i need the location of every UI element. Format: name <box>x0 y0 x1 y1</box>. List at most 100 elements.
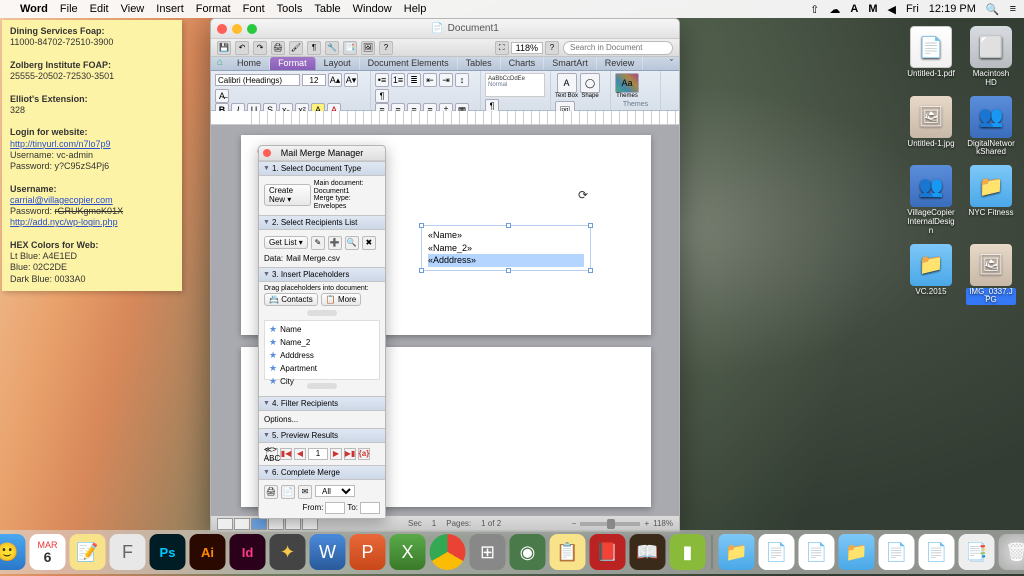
resize-handle[interactable] <box>419 223 424 228</box>
ribbon-collapse-icon[interactable]: ˇ <box>664 57 679 70</box>
mm-scroll-grip[interactable] <box>307 383 337 389</box>
zoom-out-icon[interactable]: − <box>572 519 577 528</box>
undo-icon[interactable]: ↶ <box>235 41 249 55</box>
mm-merge-range[interactable]: All <box>315 485 355 497</box>
dock-downloads[interactable]: 📁 <box>719 534 755 570</box>
merge-textbox[interactable]: «Name» «Name_2» «Adddress» <box>421 225 591 271</box>
view-notebook[interactable] <box>285 518 301 530</box>
mm-next-icon[interactable]: ▶ <box>330 448 342 460</box>
desktop-volume-hd[interactable]: ⬜Macintosh HD <box>966 26 1016 88</box>
menu-window[interactable]: Window <box>353 3 392 15</box>
sticky-note[interactable]: Dining Services Foap: 11000-84702-72510-… <box>2 20 182 291</box>
mm-section-6-header[interactable]: ▼6. Complete Merge <box>259 465 385 480</box>
mm-first-icon[interactable]: ▮◀ <box>280 448 292 460</box>
more-tab[interactable]: 📋 More <box>321 293 361 306</box>
mm-options-link[interactable]: Options... <box>264 415 298 424</box>
merge-field-name2[interactable]: «Name_2» <box>428 242 584 255</box>
paint-icon[interactable]: 🖌 <box>289 41 303 55</box>
tab-smartart[interactable]: SmartArt <box>544 57 597 70</box>
numbering-icon[interactable]: 1≡ <box>391 73 405 87</box>
menu-font[interactable]: Font <box>243 3 265 15</box>
dock-trash[interactable]: 🗑 <box>999 534 1024 570</box>
menu-help[interactable]: Help <box>404 3 427 15</box>
dock-word[interactable]: W <box>310 534 346 570</box>
view-focus[interactable] <box>302 518 318 530</box>
dock-indesign[interactable]: Id <box>230 534 266 570</box>
merge-field-name[interactable]: «Name» <box>428 229 584 242</box>
dock-app-2[interactable]: ◉ <box>510 534 546 570</box>
desktop-folder-fitness[interactable]: 📁NYC Fitness <box>966 165 1016 235</box>
redo-icon[interactable]: ↷ <box>253 41 267 55</box>
sticky-link[interactable]: http://tinyurl.com/n7lo7p9 <box>10 139 111 149</box>
grow-font-icon[interactable]: A▴ <box>328 73 342 87</box>
tab-home[interactable]: Home <box>229 57 270 70</box>
tab-charts[interactable]: Charts <box>501 57 545 70</box>
menu-edit[interactable]: Edit <box>90 3 109 15</box>
window-zoom-button[interactable] <box>247 24 257 34</box>
multilevel-icon[interactable]: ≣ <box>407 73 421 87</box>
spotlight-icon[interactable]: 🔍 <box>986 3 1000 16</box>
clear-fmt-icon[interactable]: A̶ <box>215 89 229 103</box>
mm-prev-icon[interactable]: ◀ <box>294 448 306 460</box>
search-input[interactable] <box>563 41 673 55</box>
bullets-icon[interactable]: •≡ <box>375 73 389 87</box>
dock-spark[interactable]: ✦ <box>270 534 306 570</box>
tab-format[interactable]: Format <box>270 57 316 70</box>
window-titlebar[interactable]: 📄Document1 <box>211 19 679 39</box>
mm-scroll-grip[interactable] <box>307 310 337 316</box>
tab-tables[interactable]: Tables <box>458 57 501 70</box>
merge-field-address-selected[interactable]: «Adddress» <box>428 254 584 267</box>
panel-titlebar[interactable]: Mail Merge Manager <box>259 146 385 161</box>
window-close-button[interactable] <box>217 24 227 34</box>
panel-close-button[interactable] <box>263 149 271 157</box>
dock-stack-2[interactable]: 📄 <box>799 534 835 570</box>
zoom-slider[interactable] <box>580 522 640 526</box>
desktop-file-img-selected[interactable]: 🖼IMG_0337.JPG <box>966 244 1016 306</box>
dock-stack-1[interactable]: 📄 <box>759 534 795 570</box>
dock-app-5[interactable]: ▮ <box>670 534 706 570</box>
window-minimize-button[interactable] <box>232 24 242 34</box>
save-icon[interactable]: 💾 <box>217 41 231 55</box>
app-menu[interactable]: Word <box>20 3 48 15</box>
sticky-link[interactable]: carrial@villagecopier.com <box>10 195 113 205</box>
ruler[interactable] <box>211 111 679 125</box>
desktop-server-vc[interactable]: 👥VillageCopierInternalDesign <box>906 165 956 235</box>
outdent-icon[interactable]: ⇤ <box>423 73 437 87</box>
mm-merge-print-icon[interactable]: 🖨 <box>264 485 278 499</box>
dock-photoshop[interactable]: Ps <box>150 534 186 570</box>
shape-button[interactable]: ◯ <box>580 73 600 93</box>
zoom-fit-icon[interactable]: ⛶ <box>495 41 509 55</box>
ribbon-home-icon[interactable]: ⌂ <box>211 57 229 70</box>
tab-docelements[interactable]: Document Elements <box>360 57 458 70</box>
mail-merge-manager[interactable]: Mail Merge Manager ▼1. Select Document T… <box>258 145 386 519</box>
mm-section-4-header[interactable]: ▼4. Filter Recipients <box>259 396 385 411</box>
mm-abc-icon[interactable]: {a} <box>358 448 370 460</box>
dock-acrobat[interactable]: 📕 <box>590 534 626 570</box>
dock-app-1[interactable]: ⊞ <box>470 534 506 570</box>
cloud-icon[interactable]: ☁ <box>829 3 840 16</box>
mm-to-input[interactable] <box>360 502 380 514</box>
menu-insert[interactable]: Insert <box>156 3 184 15</box>
zoom-in-icon[interactable]: + <box>644 519 649 528</box>
dock-stack-4[interactable]: 📄 <box>919 534 955 570</box>
dock-folder-2[interactable]: 📁 <box>839 534 875 570</box>
dock-chrome[interactable] <box>430 534 466 570</box>
dock-app-4[interactable]: 📖 <box>630 534 666 570</box>
mm-delete-icon[interactable]: ✖ <box>362 236 376 250</box>
menu-view[interactable]: View <box>121 3 145 15</box>
resize-handle[interactable] <box>588 223 593 228</box>
style-preview[interactable]: AaBbCcDdEe Normal <box>485 73 545 97</box>
themes-button[interactable]: Aa <box>615 73 639 93</box>
menu-tools[interactable]: Tools <box>277 3 303 15</box>
mm-last-icon[interactable]: ▶▮ <box>344 448 356 460</box>
menu-table[interactable]: Table <box>314 3 340 15</box>
help2-icon[interactable]: ? <box>545 41 559 55</box>
mm-edit-icon[interactable]: ✎ <box>311 236 325 250</box>
tab-review[interactable]: Review <box>597 57 644 70</box>
tab-layout[interactable]: Layout <box>316 57 360 70</box>
menu-format[interactable]: Format <box>196 3 231 15</box>
mm-from-input[interactable] <box>325 502 345 514</box>
desktop-server-digital[interactable]: 👥DigitalNetworkShared <box>966 96 1016 158</box>
shrink-font-icon[interactable]: A▾ <box>344 73 358 87</box>
help-icon[interactable]: ? <box>379 41 393 55</box>
